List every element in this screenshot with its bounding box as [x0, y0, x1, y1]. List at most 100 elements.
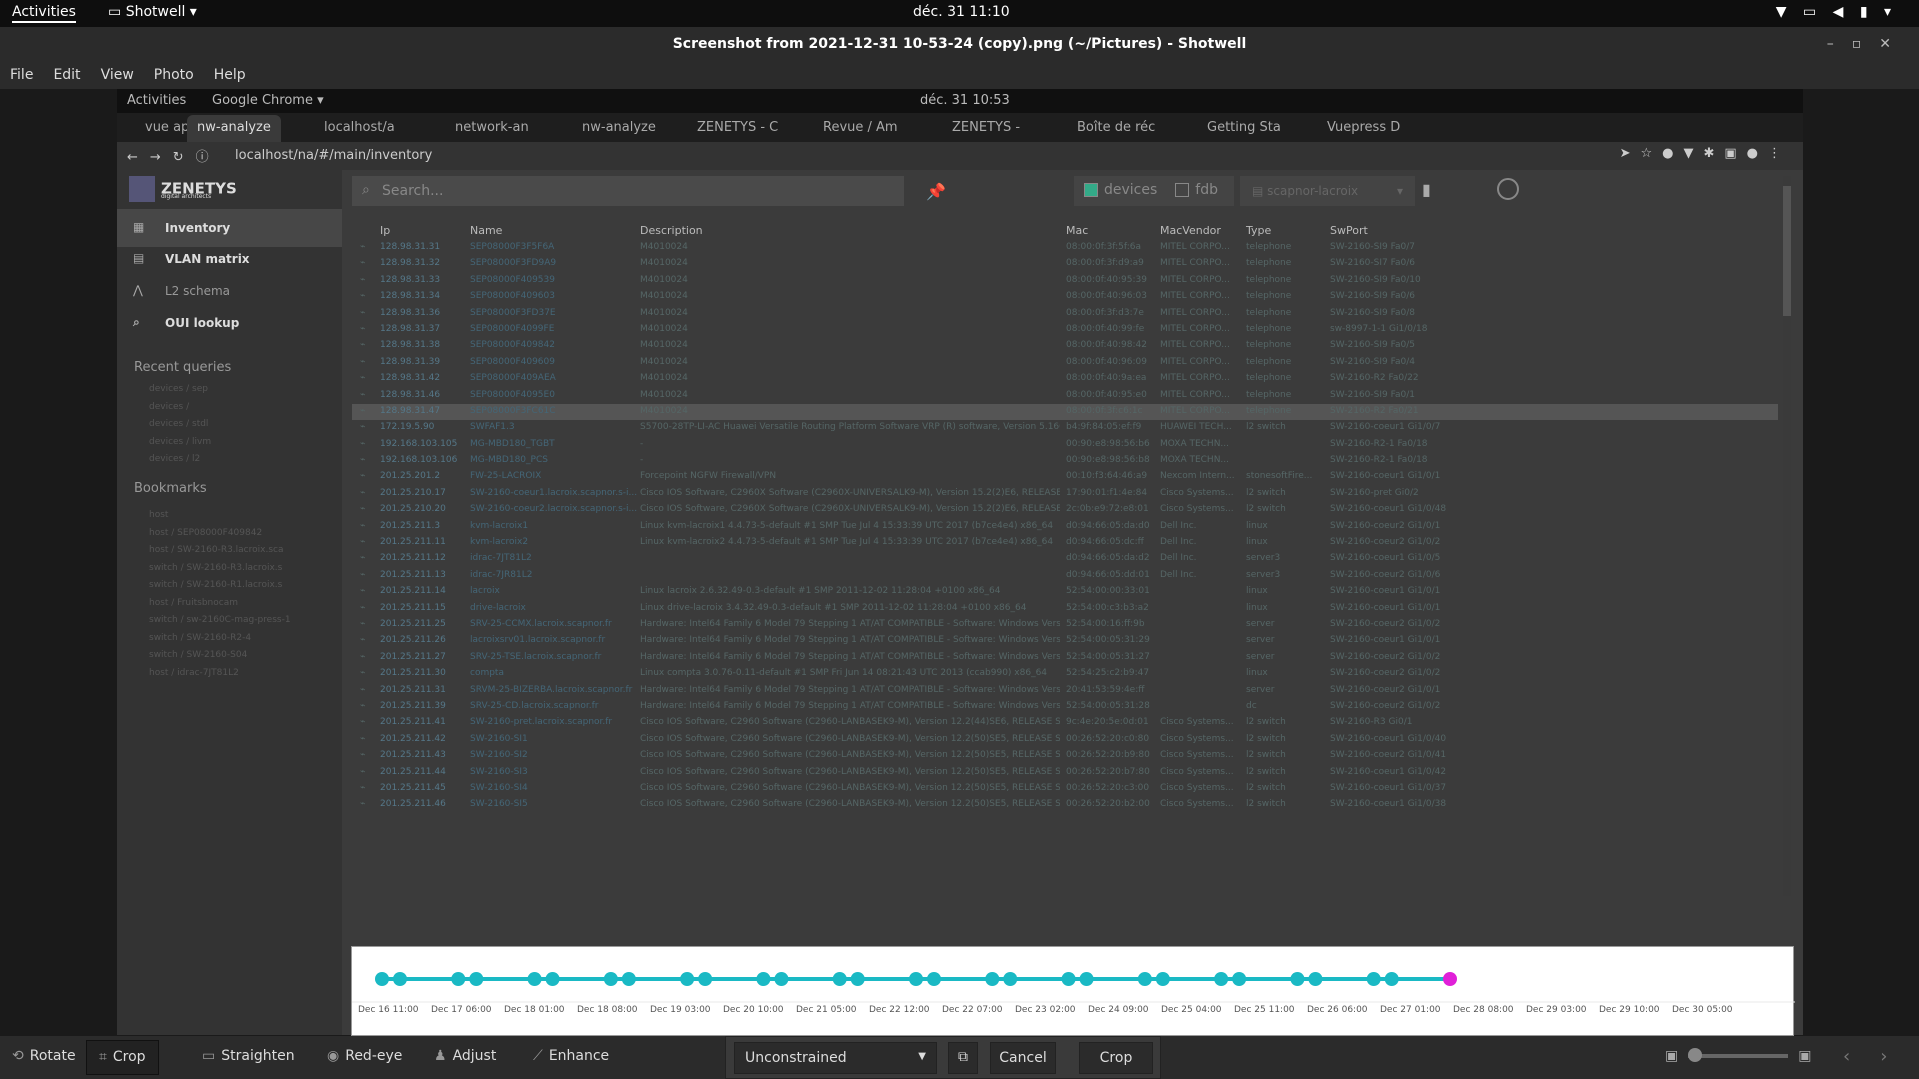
table-cell: Hardware: Intel64 Family 6 Model 79 Step… [640, 635, 1060, 646]
bookmark-item: switch / SW-2160-R3.lacroix.s [149, 562, 283, 573]
timeline-point[interactable] [393, 972, 407, 986]
nav-arrows-icon: ←→↻ⓘ [127, 150, 221, 165]
table-cell: SRV-25-TSE.lacroix.scapnor.fr [470, 651, 602, 662]
timeline-point[interactable] [680, 972, 695, 986]
timeline-point[interactable] [1214, 972, 1229, 986]
table-cell: l2 switch [1246, 782, 1286, 793]
straighten-button[interactable]: ▭ Straighten [202, 1048, 295, 1064]
table-cell: 52:54:25:c2:b9:47 [1066, 668, 1150, 679]
photo-canvas[interactable]: Activities Google Chrome ▾ déc. 31 10:53… [0, 89, 1919, 1036]
timeline-point[interactable] [621, 972, 636, 986]
enhance-label: Enhance [548, 1048, 610, 1064]
menu-file[interactable]: File [0, 62, 43, 83]
device-type-icon: ⌁ [360, 635, 366, 646]
straighten-label: Straighten [221, 1048, 295, 1064]
rotate-button[interactable]: ⟲ Rotate [12, 1048, 76, 1064]
table-cell: SW-2160-coeur2 Gi1/0/1 [1330, 684, 1441, 695]
menu-help[interactable]: Help [204, 62, 256, 83]
table-cell: SW-2160-coeur1 Gi1/0/40 [1330, 733, 1447, 744]
timeline-point[interactable] [850, 972, 865, 986]
device-type-icon: ⌁ [360, 455, 366, 466]
system-tray[interactable]: ▼ ▭ ◀ ▮ ▾ [1776, 4, 1897, 20]
bookmark-item: host [149, 510, 169, 520]
table-cell: server [1246, 684, 1275, 695]
cancel-button[interactable]: Cancel [990, 1042, 1056, 1074]
previous-icon[interactable]: ‹ [1843, 1046, 1880, 1067]
site-icon: ▤ [1252, 184, 1268, 198]
activities-button[interactable]: Activities [12, 4, 76, 23]
timeline-point[interactable] [1155, 972, 1170, 986]
table-cell: SW-2160-R2-1 Fa0/18 [1330, 455, 1428, 466]
crop-tool-button[interactable]: ⌗ Crop [86, 1040, 159, 1075]
device-type-icon: ⌁ [360, 356, 366, 367]
timeline-point[interactable] [927, 972, 941, 986]
menu-edit[interactable]: Edit [43, 62, 90, 83]
device-type-icon: ⌁ [360, 274, 366, 285]
timeline-point[interactable] [1366, 972, 1381, 986]
window-controls[interactable]: –▫✕ [1827, 27, 1909, 62]
zoom-slider[interactable] [1688, 1048, 1789, 1062]
timeline-point[interactable] [603, 972, 618, 986]
timeline-point[interactable] [1290, 972, 1305, 986]
table-cell: Hardware: Intel64 Family 6 Model 79 Step… [640, 684, 1060, 695]
crop-apply-button[interactable]: Crop [1079, 1042, 1153, 1074]
timeline-tick-label: Dec 21 05:00 [796, 1005, 857, 1015]
zoom-knob[interactable] [1688, 1048, 1703, 1062]
table-cell: 20:41:53:59:4e:ff [1066, 684, 1145, 695]
enhance-button[interactable]: ⟋ Enhance [533, 1048, 609, 1064]
event-timeline[interactable]: Dec 16 11:00 Dec 17 06:00 Dec 18 01:00 Dec … [351, 946, 1795, 1036]
table-row: ⌁ 128.98.31.31 SEP08000F3F5F6A M4010024 08:0… [352, 240, 1778, 256]
timeline-point[interactable] [527, 972, 542, 986]
redeye-button[interactable]: ◉ Red-eye [327, 1048, 402, 1064]
app-menu[interactable]: ▭ Shotwell ▾ [108, 4, 197, 20]
table-cell: MITEL CORPO... [1160, 340, 1230, 351]
table-cell: SW-2160-coeur2 Gi1/0/2 [1330, 668, 1441, 679]
crop-constraint-select[interactable]: Unconstrained ▼ [734, 1042, 937, 1074]
timeline-point[interactable] [1443, 972, 1457, 986]
adjust-button[interactable]: ♟ Adjust [434, 1048, 496, 1064]
menu-view[interactable]: View [91, 62, 144, 83]
site-select: ▤ scapnor-lacroix ▾ [1240, 176, 1415, 206]
timeline-point[interactable] [1232, 972, 1247, 986]
table-cell: telephone [1246, 405, 1292, 416]
rotate-crop-button[interactable]: ⧉ [948, 1042, 978, 1074]
timeline-point[interactable] [756, 972, 771, 986]
table-cell: SW-2160-SI9 Fa0/4 [1330, 356, 1415, 367]
table-cell: SW-2160-SI9 Fa0/8 [1330, 307, 1415, 318]
table-cell: MITEL CORPO... [1160, 405, 1230, 416]
timeline-point[interactable] [985, 972, 1000, 986]
col-name: Name [470, 224, 503, 237]
filters: devices fdb [1074, 176, 1234, 206]
table-cell: lacroixsrv01.lacroix.scapnor.fr [470, 635, 606, 646]
pager-arrows[interactable]: ‹› [1843, 1046, 1917, 1067]
clock[interactable]: déc. 31 11:10 [913, 4, 1010, 20]
timeline-point[interactable] [832, 972, 847, 986]
zoom-control[interactable]: ▣ ▣ [1665, 1048, 1811, 1064]
inventory-table: Ip Name Description Mac MacVendor Type S… [352, 220, 1778, 940]
table-row: ⌁ 201.25.210.20 SW-2160-coeur2.lacroix.sca… [352, 502, 1778, 518]
next-icon[interactable]: › [1880, 1046, 1917, 1067]
brand-logo: ZENETYS digital architects [129, 176, 237, 202]
table-cell: SW-2160-R2-1 Fa0/18 [1330, 438, 1428, 449]
table-cell: SEP08000F4099FE [470, 323, 555, 334]
timeline-point[interactable] [909, 972, 923, 986]
timeline-point[interactable] [469, 972, 484, 986]
timeline-point[interactable] [1308, 972, 1323, 986]
extension-icons: ➤☆●▼✱▣●⋮ [1619, 146, 1791, 161]
timeline-point[interactable] [375, 972, 389, 986]
timeline-point[interactable] [1061, 972, 1076, 986]
timeline-point[interactable] [545, 972, 560, 986]
timeline-point[interactable] [1384, 972, 1399, 986]
timeline-point[interactable] [1079, 972, 1094, 986]
timeline-point[interactable] [1003, 972, 1018, 986]
timeline-point[interactable] [698, 972, 713, 986]
browser-tab: network-an [455, 120, 529, 135]
timeline-point[interactable] [774, 972, 789, 986]
menu-photo[interactable]: Photo [144, 62, 204, 83]
timeline-point[interactable] [1137, 972, 1152, 986]
table-cell: SEP08000F3FC61C [470, 405, 556, 416]
adjust-label: Adjust [452, 1048, 497, 1064]
table-row: ⌁ 201.25.201.2 FW-25-LACROIX Forcepoint NGF… [352, 469, 1778, 485]
table-cell: - [640, 438, 644, 449]
timeline-point[interactable] [451, 972, 466, 986]
